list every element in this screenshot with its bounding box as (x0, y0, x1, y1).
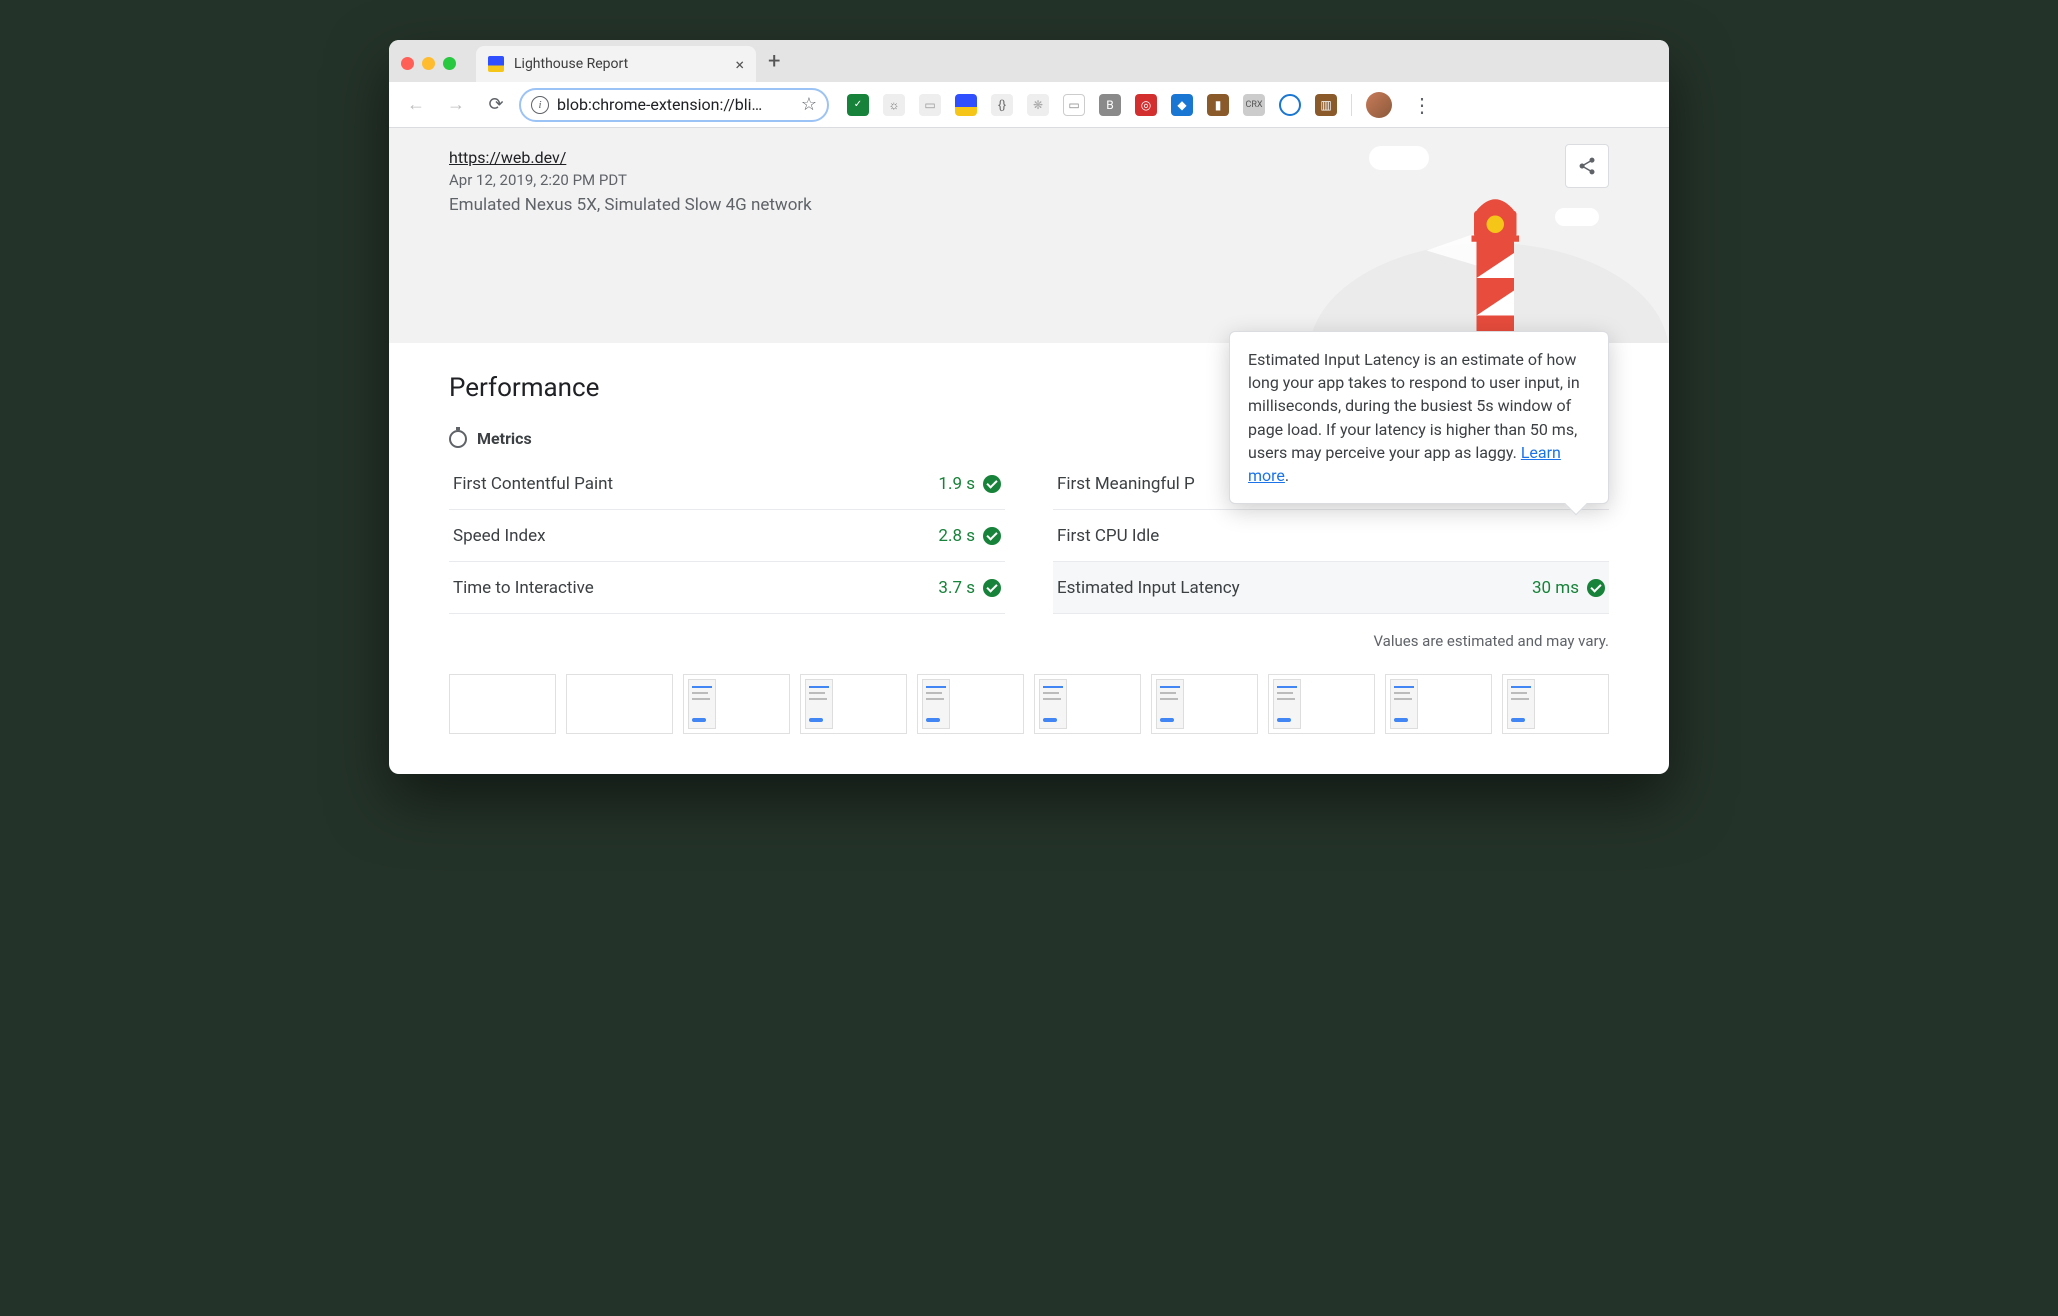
filmstrip-frame[interactable] (683, 674, 790, 734)
profile-avatar[interactable] (1366, 92, 1392, 118)
maximize-window-button[interactable] (443, 57, 456, 70)
share-icon (1577, 156, 1597, 176)
metric-value: 3.7 s (938, 578, 975, 598)
metric-name: First Meaningful P (1057, 474, 1195, 494)
new-tab-button[interactable]: + (768, 49, 780, 74)
pass-check-icon (983, 475, 1001, 493)
extension-icon[interactable]: ◎ (1135, 94, 1157, 116)
extension-icon[interactable]: {} (991, 94, 1013, 116)
pass-check-icon (983, 579, 1001, 597)
metric-value: 2.8 s (938, 526, 975, 546)
metric-name: Estimated Input Latency (1057, 578, 1240, 598)
filmstrip (449, 674, 1609, 734)
extension-icon[interactable]: ▭ (919, 94, 941, 116)
metrics-footnote: Values are estimated and may vary. (449, 632, 1609, 650)
extension-icon[interactable]: ☼ (883, 94, 905, 116)
chrome-menu-icon[interactable]: ⋮ (1406, 93, 1438, 117)
browser-toolbar: ← → ⟳ i blob:chrome-extension://bli… ☆ ✓… (389, 82, 1669, 128)
filmstrip-frame[interactable] (566, 674, 673, 734)
extension-icon[interactable]: ▭ (1063, 94, 1085, 116)
metric-value: 1.9 s (938, 474, 975, 494)
report-content: Performance Metrics First Contentful Pai… (389, 343, 1669, 774)
lighthouse-extension-icon[interactable] (955, 94, 977, 116)
metric-name: Time to Interactive (453, 578, 594, 598)
metric-row-tti[interactable]: Time to Interactive 3.7 s (449, 562, 1005, 614)
report-header: https://web.dev/ Apr 12, 2019, 2:20 PM P… (389, 128, 1669, 343)
filmstrip-frame[interactable] (1034, 674, 1141, 734)
extension-icon[interactable] (1279, 94, 1301, 116)
metric-row-fcp[interactable]: First Contentful Paint 1.9 s (449, 458, 1005, 510)
metric-name: Speed Index (453, 526, 546, 546)
extension-icon[interactable]: ▮ (1207, 94, 1229, 116)
tested-url-link[interactable]: https://web.dev/ (449, 148, 566, 167)
browser-tab[interactable]: Lighthouse Report × (476, 46, 756, 82)
filmstrip-frame[interactable] (800, 674, 907, 734)
extension-icon[interactable]: B (1099, 94, 1121, 116)
bookmark-star-icon[interactable]: ☆ (801, 94, 817, 115)
metrics-column-left: First Contentful Paint 1.9 s Speed Index… (449, 458, 1005, 614)
back-button[interactable]: ← (399, 88, 433, 122)
metric-row-eil[interactable]: Estimated Input Latency 30 ms (1053, 562, 1609, 614)
titlebar: Lighthouse Report × + (389, 40, 1669, 82)
filmstrip-frame[interactable] (917, 674, 1024, 734)
filmstrip-frame[interactable] (1268, 674, 1375, 734)
extension-icon[interactable]: ◆ (1171, 94, 1193, 116)
forward-button[interactable]: → (439, 88, 473, 122)
lighthouse-favicon (488, 56, 504, 72)
browser-window: Lighthouse Report × + ← → ⟳ i blob:chrom… (389, 40, 1669, 774)
share-button[interactable] (1565, 144, 1609, 188)
window-controls (401, 57, 476, 82)
metric-name: First CPU Idle (1057, 526, 1159, 546)
reload-button[interactable]: ⟳ (479, 88, 513, 122)
stopwatch-icon (449, 430, 467, 448)
extensions-row: ✓ ☼ ▭ {} ❋ ▭ B ◎ ◆ ▮ CRX ▥ ⋮ (847, 92, 1438, 118)
metric-name: First Contentful Paint (453, 474, 613, 494)
close-tab-icon[interactable]: × (735, 55, 744, 74)
address-bar[interactable]: i blob:chrome-extension://bli… ☆ (519, 88, 829, 122)
tab-title: Lighthouse Report (514, 56, 725, 72)
extension-icon[interactable]: CRX (1243, 94, 1265, 116)
extension-icon[interactable]: ▥ (1315, 94, 1337, 116)
extension-icon[interactable]: ✓ (847, 94, 869, 116)
metric-tooltip: Estimated Input Latency is an estimate o… (1229, 331, 1609, 504)
site-info-icon[interactable]: i (531, 96, 549, 114)
filmstrip-frame[interactable] (1502, 674, 1609, 734)
metric-row-speed-index[interactable]: Speed Index 2.8 s (449, 510, 1005, 562)
filmstrip-frame[interactable] (449, 674, 556, 734)
filmstrip-frame[interactable] (1151, 674, 1258, 734)
metrics-label: Metrics (477, 429, 532, 448)
cloud-icon (1555, 208, 1599, 226)
extension-icon[interactable]: ❋ (1027, 94, 1049, 116)
close-window-button[interactable] (401, 57, 414, 70)
metric-value: 30 ms (1532, 578, 1579, 598)
pass-check-icon (1587, 579, 1605, 597)
pass-check-icon (983, 527, 1001, 545)
metric-row-first-cpu-idle[interactable]: First CPU Idle (1053, 510, 1609, 562)
minimize-window-button[interactable] (422, 57, 435, 70)
filmstrip-frame[interactable] (1385, 674, 1492, 734)
lighthouse-illustration (1419, 163, 1559, 343)
separator (1351, 94, 1352, 116)
url-text: blob:chrome-extension://bli… (557, 95, 793, 114)
